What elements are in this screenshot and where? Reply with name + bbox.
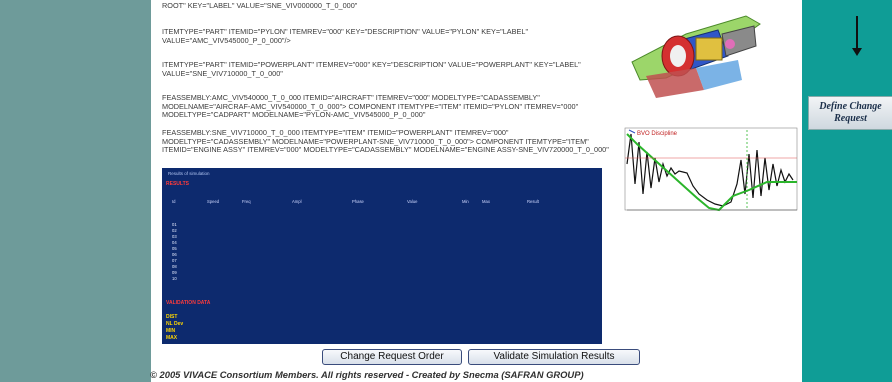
table-header: Freq: [242, 199, 251, 204]
validate-simulation-results-button[interactable]: Validate Simulation Results: [468, 349, 640, 365]
table-header: Ampl: [292, 199, 302, 204]
table-row: 03: [172, 234, 177, 239]
change-request-order-button[interactable]: Change Request Order: [322, 349, 462, 365]
results-section-title: RESULTS: [166, 181, 189, 187]
summary-label: DIST: [166, 314, 178, 320]
table-row: 01: [172, 222, 177, 227]
table-header: Value: [407, 199, 418, 204]
table-header: Phase: [352, 199, 364, 204]
table-row: 06: [172, 252, 177, 257]
xml-line-root: ROOT" KEY="LABEL" VALUE="SNE_VIV000000_T…: [162, 1, 358, 10]
xml-line-feassembly-aircraft: FEASSEMBLY:AMC_VIV540000_T_0_000 ITEMID=…: [162, 93, 581, 120]
table-row: 09: [172, 270, 177, 275]
validation-section-title: VALIDATION DATA: [166, 300, 211, 306]
summary-label: MAX: [166, 335, 178, 341]
results-panel-header: Results of simulation: [168, 171, 210, 176]
table-row: 08: [172, 264, 177, 269]
table-row: 05: [172, 246, 177, 251]
xml-line-pylon: ITEMTYPE="PART" ITEMID="PYLON" ITEMREV="…: [162, 27, 531, 45]
table-header: Speed: [207, 199, 220, 204]
arrow-down-icon: [852, 48, 862, 56]
xml-line-feassembly-powerplant: FEASSEMBLY:SNE_VIV710000_T_0_000 ITEMTYP…: [162, 128, 609, 155]
arrow-down-icon: [856, 16, 858, 52]
table-header: Id: [172, 199, 176, 204]
define-change-request-button[interactable]: Define Change Request: [808, 96, 892, 130]
table-row: 07: [172, 258, 177, 263]
table-header: Result: [527, 199, 539, 204]
table-row: 10: [172, 276, 177, 281]
right-sidebar-panel: [802, 0, 892, 382]
footer-copyright: © 2005 VIVACE Consortium Members. All ri…: [150, 369, 584, 380]
left-sidebar-panel: [0, 0, 151, 382]
simulation-signal-chart-image: BVO Discipline: [617, 124, 802, 224]
simulation-results-panel: Results of simulation RESULTS Id Speed F…: [162, 168, 602, 344]
xml-line-powerplant: ITEMTYPE="PART" ITEMID="POWERPLANT" ITEM…: [162, 60, 583, 78]
table-row: 02: [172, 228, 177, 233]
table-header: Max: [482, 199, 490, 204]
chart-legend-label: BVO Discipline: [637, 131, 678, 137]
summary-label: MIN: [166, 328, 176, 334]
engine-3d-model-image: [631, 15, 761, 98]
table-header: Min: [462, 199, 469, 204]
table-row: 04: [172, 240, 177, 245]
summary-label: NL Dev: [166, 321, 184, 327]
